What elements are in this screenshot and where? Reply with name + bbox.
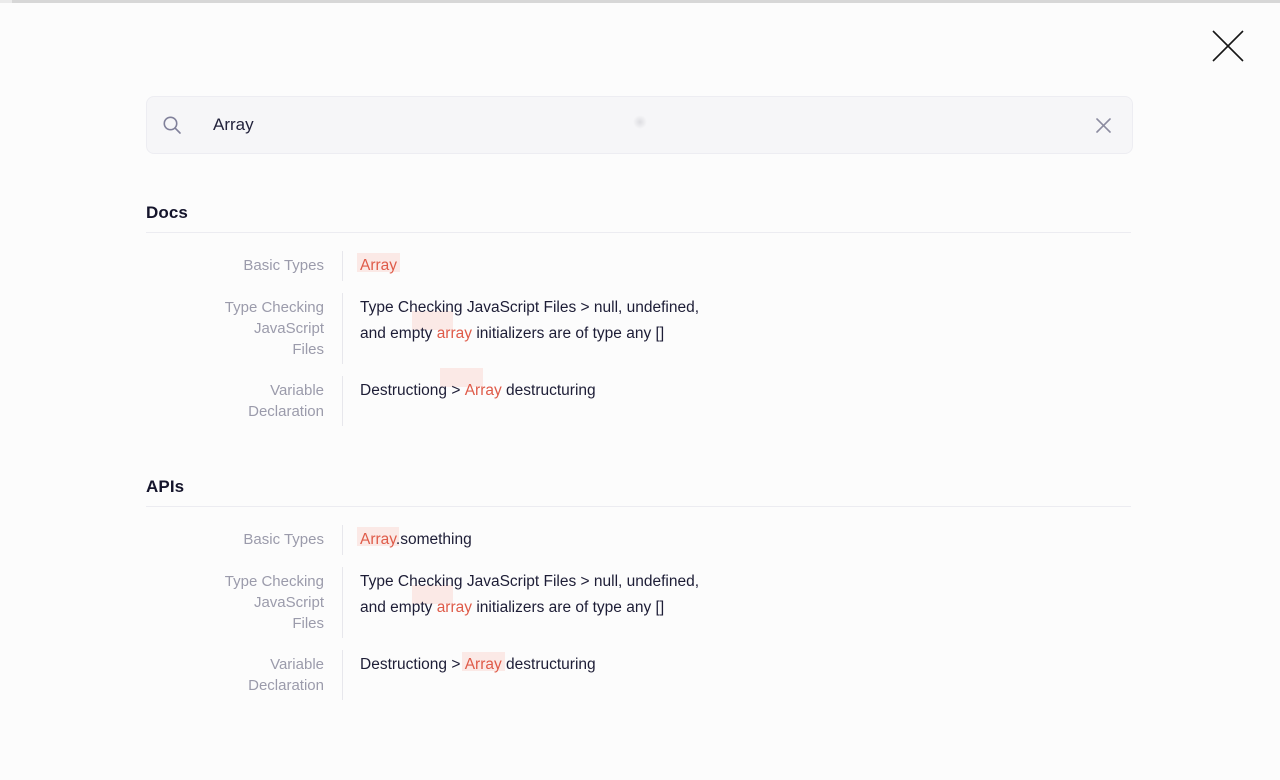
search-bar bbox=[146, 96, 1133, 154]
close-overlay-button[interactable] bbox=[1208, 26, 1248, 66]
plain-text: initializers are of type any [] bbox=[472, 325, 664, 342]
close-icon bbox=[1211, 30, 1245, 62]
result-label: Variable Declaration bbox=[222, 376, 342, 426]
result-row-variable-declaration[interactable]: Variable Declaration Destructiong > Arra… bbox=[146, 650, 1131, 700]
section-title-docs: Docs bbox=[146, 202, 1131, 223]
clear-search-button[interactable] bbox=[1093, 115, 1113, 135]
result-label: Type Checking JavaScript Files bbox=[222, 293, 342, 364]
match-highlight: Array bbox=[360, 531, 396, 548]
search-results-area: Docs Basic Types Array Type Checking Jav… bbox=[146, 202, 1131, 750]
apis-section: APIs Basic Types Array.something Type Ch… bbox=[146, 476, 1131, 700]
result-content: Type Checking JavaScript Files > null, u… bbox=[342, 293, 722, 364]
clear-icon bbox=[1095, 117, 1112, 134]
top-strip-light-segment bbox=[0, 0, 12, 3]
result-row-type-checking[interactable]: Type Checking JavaScript Files Type Chec… bbox=[146, 567, 1131, 638]
apis-results: Basic Types Array.something Type Checkin… bbox=[146, 507, 1131, 700]
match-highlight: Array bbox=[465, 656, 502, 673]
match-highlight: array bbox=[437, 325, 472, 342]
search-icon bbox=[162, 115, 182, 135]
docs-section: Docs Basic Types Array Type Checking Jav… bbox=[146, 202, 1131, 426]
top-edge-strip bbox=[0, 0, 1280, 3]
result-content: Type Checking JavaScript Files > null, u… bbox=[342, 567, 722, 638]
result-row-type-checking[interactable]: Type Checking JavaScript Files Type Chec… bbox=[146, 293, 1131, 364]
plain-text: destructuring bbox=[502, 382, 596, 399]
plain-text: .something bbox=[396, 531, 472, 548]
result-content: Destructiong > Array destructuring bbox=[342, 650, 596, 700]
result-content: Array bbox=[342, 251, 397, 281]
result-label: Basic Types bbox=[222, 251, 342, 281]
top-strip-dark-segment bbox=[12, 0, 1280, 3]
result-label: Basic Types bbox=[222, 525, 342, 555]
result-row-variable-declaration[interactable]: Variable Declaration Destructiong > Arra… bbox=[146, 376, 1131, 426]
match-highlight: Array bbox=[360, 257, 397, 274]
search-input[interactable] bbox=[182, 97, 1093, 153]
match-highlight: array bbox=[437, 599, 472, 616]
docs-results: Basic Types Array Type Checking JavaScri… bbox=[146, 233, 1131, 426]
result-row-basic-types[interactable]: Basic Types Array bbox=[146, 251, 1131, 281]
result-content: Array.something bbox=[342, 525, 472, 555]
plain-text: initializers are of type any [] bbox=[472, 599, 664, 616]
plain-text: Destructiong > bbox=[360, 656, 465, 673]
match-highlight: Array bbox=[465, 382, 502, 399]
plain-text: destructuring bbox=[502, 656, 596, 673]
result-row-basic-types[interactable]: Basic Types Array.something bbox=[146, 525, 1131, 555]
result-label: Type Checking JavaScript Files bbox=[222, 567, 342, 638]
result-label: Variable Declaration bbox=[222, 650, 342, 700]
section-title-apis: APIs bbox=[146, 476, 1131, 497]
plain-text: Destructiong > bbox=[360, 382, 465, 399]
result-content: Destructiong > Array destructuring bbox=[342, 376, 596, 426]
